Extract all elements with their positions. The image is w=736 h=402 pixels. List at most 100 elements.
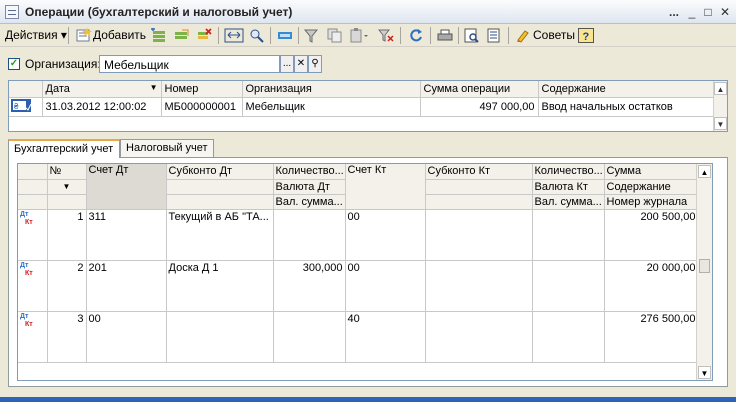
copy-row-icon[interactable]	[173, 28, 189, 43]
tab-tax[interactable]: Налоговый учет	[120, 139, 214, 157]
table-row[interactable]: Дт Кт 3 00 40 276 500,00	[18, 311, 699, 363]
icon-column-header	[18, 164, 48, 180]
column-header-qty-dt[interactable]: Количество...	[273, 164, 346, 180]
column-header-subkonto-dt[interactable]: Субконто Дт	[166, 164, 274, 180]
column-header-cur-kt[interactable]: Валюта Кт	[532, 179, 605, 195]
taskbar-edge	[0, 397, 736, 402]
column-header-number[interactable]: Номер	[161, 81, 243, 98]
refresh-icon[interactable]	[408, 28, 424, 43]
entry-subkonto-dt	[166, 311, 274, 363]
find-icon[interactable]	[249, 28, 265, 43]
filter-icon[interactable]	[303, 28, 319, 43]
organization-field[interactable]: Мебельщик	[99, 55, 280, 73]
entries-table: № Счет Дт Субконто Дт Количество... Счет…	[17, 163, 713, 381]
delete-row-icon[interactable]	[196, 28, 212, 43]
toolbar-separator	[430, 27, 431, 44]
clear-filter-icon[interactable]	[377, 28, 394, 43]
tab-panel: № Счет Дт Субконто Дт Количество... Счет…	[8, 157, 728, 387]
organization-label: Организация:	[25, 57, 101, 71]
toolbar-separator	[218, 27, 219, 44]
column-header-sum[interactable]: Сумма	[604, 164, 699, 180]
copy-icon[interactable]	[327, 28, 343, 43]
column-header-acc-dt[interactable]: Счет Дт	[86, 164, 167, 210]
sort-desc-icon[interactable]: ▼	[47, 179, 87, 195]
maximize-button[interactable]: □	[700, 4, 716, 20]
add-icon[interactable]	[76, 28, 92, 43]
entries-scrollbar[interactable]: ▲ ▼	[696, 164, 712, 380]
table-row[interactable]: Дт Кт 2 201 Доска Д 1 300,000 00 20 000,0…	[18, 260, 699, 312]
column-header-val-sum-dt[interactable]: Вал. сумма...	[273, 194, 346, 210]
entry-dt-kt-icon: Дт Кт	[20, 261, 33, 277]
entry-dt-kt-icon: Дт Кт	[20, 210, 33, 226]
report-icon[interactable]	[486, 28, 502, 43]
column-header-num[interactable]: №	[47, 164, 87, 180]
entry-qty-dt	[273, 311, 346, 363]
range-icon[interactable]	[224, 28, 244, 43]
row-organization: Мебельщик	[242, 97, 421, 117]
scroll-up-icon[interactable]: ▲	[698, 165, 711, 178]
toolbar-separator	[400, 27, 401, 44]
entry-dt-kt-icon: Дт Кт	[20, 312, 33, 328]
table-row[interactable]: ₴ 31.03.2012 12:00:02 МБ000000001 Мебель…	[9, 97, 716, 117]
column-header-cur-dt[interactable]: Валюта Дт	[273, 179, 346, 195]
tab-accounting[interactable]: Бухгалтерский учет	[8, 139, 120, 158]
select-button[interactable]: ...	[280, 55, 294, 73]
close-button[interactable]: ✕	[717, 4, 733, 20]
organization-filter: ✓ Организация: Мебельщик ... ✕ ⚲	[0, 52, 736, 76]
column-header-date[interactable]: Дата ▼	[42, 81, 162, 98]
tips-icon[interactable]	[515, 28, 531, 43]
scroll-up-icon[interactable]: ▲	[714, 82, 727, 95]
scroll-down-icon[interactable]: ▼	[714, 117, 727, 130]
column-header-val-sum-kt[interactable]: Вал. сумма...	[532, 194, 605, 210]
column-header-journal-num[interactable]: Номер журнала	[604, 194, 699, 210]
add-button[interactable]: Добавить	[93, 27, 146, 44]
toolbar-separator	[298, 27, 299, 44]
column-header-qty-kt[interactable]: Количество...	[532, 164, 605, 180]
entry-sum: 20 000,00	[604, 260, 699, 312]
more-button[interactable]: ...	[666, 4, 682, 20]
operations-table: Дата ▼ Номер Организация Сумма операции С…	[8, 80, 728, 132]
organization-checkbox[interactable]: ✓	[8, 58, 20, 70]
scroll-down-icon[interactable]: ▼	[698, 366, 711, 379]
minimize-button[interactable]: _	[684, 4, 700, 20]
entry-number: 1	[47, 209, 87, 261]
clear-button[interactable]: ✕	[294, 55, 308, 73]
operations-scrollbar[interactable]: ▲ ▼	[713, 81, 727, 131]
paste-icon[interactable]	[350, 28, 370, 43]
column-header-content[interactable]: Содержание	[604, 179, 699, 195]
entry-subkonto-dt: Доска Д 1	[166, 260, 274, 312]
toolbar-separator	[68, 27, 69, 44]
search-icon[interactable]: ⚲	[308, 55, 322, 73]
table-row[interactable]: Дт Кт 1 311 Текущий в АБ "ТА... 00 200 50…	[18, 209, 699, 261]
document-posted-icon: ₴	[11, 98, 32, 112]
scroll-thumb[interactable]	[699, 259, 710, 273]
toolbar-separator	[508, 27, 509, 44]
icon-column-header	[9, 81, 43, 98]
column-header-subkonto-kt[interactable]: Субконто Кт	[425, 164, 533, 180]
entry-qty-dt: 300,000	[273, 260, 346, 312]
print-icon[interactable]	[437, 28, 453, 43]
entry-subkonto-dt: Текущий в АБ "ТА...	[166, 209, 274, 261]
entry-acc-dt: 311	[86, 209, 167, 261]
window-title: Операции (бухгалтерский и налоговый учет…	[25, 5, 293, 19]
preview-icon[interactable]	[464, 28, 480, 43]
row-content: Ввод начальных остатков	[538, 97, 716, 117]
add-row-icon[interactable]	[150, 28, 166, 43]
entry-acc-dt: 00	[86, 311, 167, 363]
entry-sum: 276 500,00	[604, 311, 699, 363]
column-header-organization[interactable]: Организация	[242, 81, 421, 98]
help-icon[interactable]: ?	[578, 28, 594, 43]
actions-menu[interactable]: Действия ▾	[5, 27, 67, 44]
svg-text:₴: ₴	[14, 102, 19, 111]
toolbar-separator	[270, 27, 271, 44]
row-sum: 497 000,00	[420, 97, 539, 117]
column-header-sum[interactable]: Сумма операции	[420, 81, 539, 98]
view-icon[interactable]	[277, 28, 293, 43]
entry-qty-dt	[273, 209, 346, 261]
tips-button[interactable]: Советы	[533, 27, 575, 44]
entry-acc-kt: 00	[345, 260, 426, 312]
column-header-acc-kt[interactable]: Счет Кт	[345, 164, 426, 210]
row-number: МБ000000001	[161, 97, 243, 117]
column-header-content[interactable]: Содержание	[538, 81, 716, 98]
entry-acc-kt: 00	[345, 209, 426, 261]
